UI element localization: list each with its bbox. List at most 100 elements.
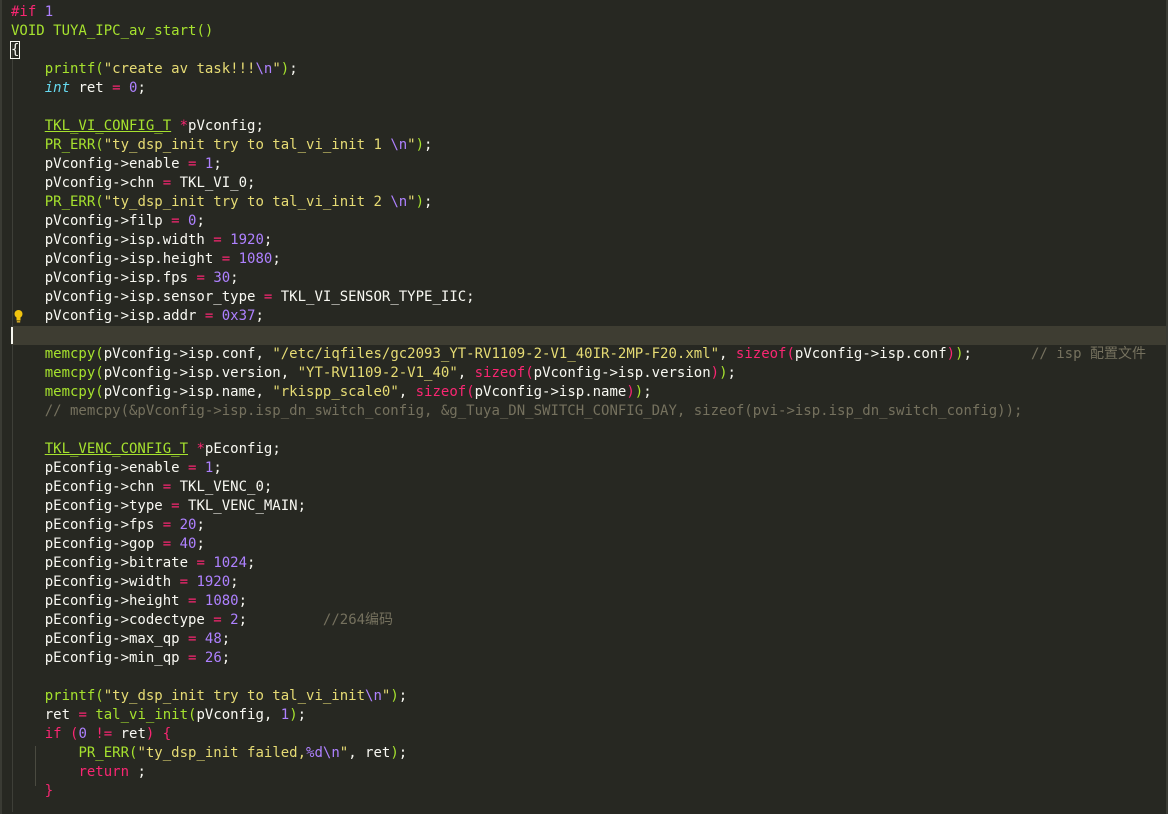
- code-line[interactable]: pEconfig->max_qp = 48;: [11, 630, 1168, 649]
- text-caret: [11, 327, 13, 344]
- code-line[interactable]: int ret = 0;: [11, 79, 1168, 98]
- code-line[interactable]: [11, 326, 1168, 345]
- code-line[interactable]: pEconfig->gop = 40;: [11, 535, 1168, 554]
- code-line[interactable]: pEconfig->bitrate = 1024;: [11, 554, 1168, 573]
- code-token: pEconfig->min_qp: [11, 650, 189, 666]
- code-token: =: [196, 555, 205, 571]
- code-token: 30: [213, 270, 231, 286]
- code-token: "ty_dsp_init failed,: [137, 745, 307, 761]
- code-line[interactable]: [11, 668, 1168, 687]
- code-token: // isp 配置文件: [1030, 346, 1163, 362]
- code-line[interactable]: TKL_VENC_CONFIG_T *pEconfig;: [11, 440, 1168, 459]
- code-token: PR_ERR: [78, 745, 130, 761]
- code-line[interactable]: pVconfig->isp.addr = 0x37;: [11, 307, 1168, 326]
- code-token: 48: [204, 631, 222, 647]
- code-line[interactable]: printf("ty_dsp_init try to tal_vi_init\n…: [11, 687, 1168, 706]
- code-line[interactable]: PR_ERR("ty_dsp_init try to tal_vi_init 2…: [11, 193, 1168, 212]
- code-token: pVconfig->isp.conf: [794, 346, 947, 362]
- code-line[interactable]: pEconfig->enable = 1;: [11, 459, 1168, 478]
- code-line[interactable]: memcpy(pVconfig->isp.version, "YT-RV1109…: [11, 364, 1168, 383]
- code-token: pVconfig->chn: [11, 175, 163, 191]
- code-line[interactable]: #if 1: [11, 3, 1168, 22]
- code-line[interactable]: PR_ERR("ty_dsp_init try to tal_vi_init 1…: [11, 136, 1168, 155]
- code-line[interactable]: return ;: [11, 763, 1168, 782]
- code-line[interactable]: pVconfig->isp.fps = 30;: [11, 269, 1168, 288]
- code-line[interactable]: pEconfig->height = 1080;: [11, 592, 1168, 611]
- code-token: (: [95, 365, 104, 381]
- code-token: (): [196, 23, 214, 39]
- code-line[interactable]: [11, 98, 1168, 117]
- code-line[interactable]: pEconfig->chn = TKL_VENC_0;: [11, 478, 1168, 497]
- code-token: "YT-RV1109-2-V1_40": [297, 365, 458, 381]
- code-token: "ty_dsp_init try to tal_vi_init 2: [103, 194, 391, 210]
- code-token: pVconfig->isp.width: [11, 232, 214, 248]
- code-line[interactable]: // memcpy(&pVconfig->isp.isp_dn_switch_c…: [11, 402, 1168, 421]
- code-token: pVconfig->isp.conf,: [103, 346, 273, 362]
- code-token: 1080: [204, 593, 239, 609]
- code-token: pVconfig->isp.sensor_type: [11, 289, 264, 305]
- code-line[interactable]: pEconfig->min_qp = 26;: [11, 649, 1168, 668]
- code-line[interactable]: ret = tal_vi_init(pVconfig, 1);: [11, 706, 1168, 725]
- code-line[interactable]: pEconfig->fps = 20;: [11, 516, 1168, 535]
- code-token: 0x37: [221, 308, 256, 324]
- code-token: pVconfig;: [188, 118, 264, 134]
- code-area[interactable]: #if 1 VOID TUYA_IPC_av_start(){ printf("c…: [9, 3, 1168, 801]
- code-token: =: [179, 574, 189, 590]
- code-token: =: [162, 536, 172, 552]
- code-line[interactable]: }: [11, 782, 1168, 801]
- code-token: (: [95, 194, 104, 210]
- code-line[interactable]: PR_ERR("ty_dsp_init failed,%d\n", ret);: [11, 744, 1168, 763]
- code-line[interactable]: memcpy(pVconfig->isp.conf, "/etc/iqfiles…: [11, 345, 1168, 364]
- code-line[interactable]: VOID TUYA_IPC_av_start(): [11, 22, 1168, 41]
- code-line[interactable]: [11, 421, 1168, 440]
- code-token: =: [221, 251, 231, 267]
- code-token: pEconfig->gop: [11, 536, 163, 552]
- code-token: \n: [365, 688, 382, 704]
- code-line[interactable]: memcpy(pVconfig->isp.name, "rkispp_scale…: [11, 383, 1168, 402]
- lightbulb-icon[interactable]: [14, 309, 23, 324]
- code-token: =: [78, 707, 87, 723]
- code-editor[interactable]: #if 1 VOID TUYA_IPC_av_start(){ printf("c…: [0, 0, 1168, 814]
- code-token: \n: [255, 61, 273, 77]
- code-line[interactable]: pVconfig->filp = 0;: [11, 212, 1168, 231]
- editor-left-border: [0, 0, 2, 814]
- code-line[interactable]: {: [9, 41, 1168, 60]
- code-line[interactable]: if (0 != ret) {: [11, 725, 1168, 744]
- code-token: 1: [280, 707, 290, 723]
- code-token: pEconfig->height: [11, 593, 189, 609]
- code-line[interactable]: pVconfig->enable = 1;: [11, 155, 1168, 174]
- code-line[interactable]: printf("create av task!!!\n");: [11, 60, 1168, 79]
- code-token: pVconfig->isp.height: [11, 251, 222, 267]
- code-line[interactable]: pVconfig->isp.sensor_type = TKL_VI_SENSO…: [11, 288, 1168, 307]
- code-line[interactable]: pEconfig->type = TKL_VENC_MAIN;: [11, 497, 1168, 516]
- code-token: 1024: [213, 555, 248, 571]
- code-token: VOID TUYA_IPC_av_start: [11, 23, 197, 39]
- code-token: pVconfig->isp.name: [474, 384, 627, 400]
- code-line[interactable]: pVconfig->isp.height = 1080;: [11, 250, 1168, 269]
- code-token: ): [390, 688, 399, 704]
- code-token: ;: [263, 232, 273, 248]
- code-token: pEconfig->chn: [11, 479, 163, 495]
- code-token: #if: [11, 4, 45, 20]
- code-token: ): [626, 384, 635, 400]
- code-line[interactable]: pEconfig->width = 1920;: [11, 573, 1168, 592]
- code-token: ;: [230, 574, 239, 590]
- code-line[interactable]: pVconfig->isp.width = 1920;: [11, 231, 1168, 250]
- code-line[interactable]: pEconfig->codectype = 2; //264编码: [11, 611, 1168, 630]
- code-token: tal_vi_init: [95, 707, 189, 723]
- code-token: (: [95, 346, 104, 362]
- code-token: 1080: [238, 251, 273, 267]
- code-line[interactable]: TKL_VI_CONFIG_T *pVconfig;: [11, 117, 1168, 136]
- code-token: pEconfig->fps: [11, 517, 163, 533]
- code-token: TKL_VI_SENSOR_TYPE_IIC;: [272, 289, 475, 305]
- code-line[interactable]: pVconfig->chn = TKL_VI_0;: [11, 174, 1168, 193]
